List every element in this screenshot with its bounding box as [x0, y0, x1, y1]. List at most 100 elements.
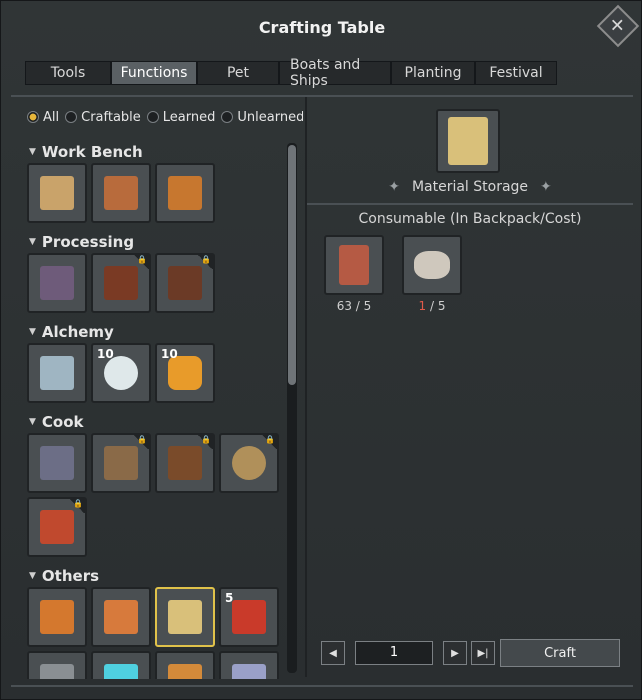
- mailbox-icon: [104, 600, 138, 634]
- category-name: Cook: [41, 413, 84, 431]
- window-title: Crafting Table: [258, 17, 386, 37]
- selected-item-preview: [436, 109, 500, 173]
- recipe-slot[interactable]: [155, 163, 215, 223]
- recipe-slot[interactable]: 5: [219, 587, 279, 647]
- tab-pet[interactable]: Pet: [197, 61, 279, 85]
- cost-count: 5: [363, 299, 372, 313]
- recipe-slot[interactable]: 🔒: [91, 253, 151, 313]
- partial-item-icon: [168, 664, 202, 679]
- recipe-slot[interactable]: [27, 433, 87, 493]
- recipe-slot[interactable]: 🔒: [219, 433, 279, 493]
- have-count: 63: [336, 299, 352, 313]
- furnace-icon: [40, 266, 74, 300]
- recipe-slot[interactable]: [27, 587, 87, 647]
- collapse-arrow-icon: ▼: [29, 327, 36, 337]
- workbench-tools-icon: [104, 176, 138, 210]
- tab-festival[interactable]: Festival: [475, 61, 557, 85]
- alchemy-station-icon: [40, 356, 74, 390]
- scrollbar-thumb[interactable]: [288, 145, 296, 385]
- category-name: Others: [41, 567, 100, 585]
- recipe-slot[interactable]: [219, 651, 279, 679]
- category-name: Alchemy: [41, 323, 114, 341]
- quantity-input[interactable]: 1: [355, 641, 433, 665]
- item-name: Material Storage: [411, 179, 529, 195]
- lock-icon: 🔒: [133, 435, 149, 449]
- material-slot[interactable]: [402, 235, 462, 295]
- material-item: 63 / 5: [324, 235, 384, 313]
- radio-selected-icon: [27, 111, 39, 123]
- partial-item-icon: [232, 664, 266, 679]
- radio-icon: [65, 111, 78, 123]
- recipe-slot[interactable]: [91, 163, 151, 223]
- quantity-pager: ◀ 1 ▶ ▶|: [321, 641, 495, 665]
- title-bar: Crafting Table ✕: [1, 1, 642, 53]
- lock-icon: 🔒: [261, 435, 277, 449]
- filter-all[interactable]: All: [27, 110, 59, 125]
- next-button[interactable]: ▶: [443, 641, 467, 665]
- filter-radio-group: All Craftable Learned Unlearned: [19, 101, 303, 133]
- filter-craftable[interactable]: Craftable: [65, 110, 141, 125]
- item-name-row: ✦ Material Storage ✦: [307, 177, 633, 197]
- loom-icon: [104, 266, 138, 300]
- detail-divider: [307, 203, 633, 205]
- prev-button[interactable]: ◀: [321, 641, 345, 665]
- material-list: 63 / 5 1 / 5: [324, 235, 462, 313]
- item-count: 10: [161, 347, 178, 361]
- lock-icon: 🔒: [69, 499, 85, 513]
- tab-tools[interactable]: Tools: [25, 61, 111, 85]
- item-count: 10: [97, 347, 114, 361]
- wardrobe-icon: [168, 600, 202, 634]
- collapse-arrow-icon: ▼: [29, 417, 36, 427]
- filter-label: Learned: [162, 109, 216, 125]
- filter-learned[interactable]: Learned: [146, 109, 216, 125]
- radio-icon: [221, 111, 234, 123]
- crafting-window: Crafting Table ✕ Tools Functions Pet Boa…: [0, 0, 642, 700]
- material-item: 1 / 5: [402, 235, 462, 313]
- chevron-right-icon: ▶: [451, 647, 459, 659]
- recipe-list-scrollbar[interactable]: [287, 143, 297, 673]
- recipe-slot[interactable]: 🔒: [27, 497, 87, 557]
- recipe-slot[interactable]: [155, 651, 215, 679]
- partial-item-icon: [104, 664, 138, 679]
- oven-icon: [40, 510, 74, 544]
- pot-icon: [232, 446, 266, 480]
- close-button[interactable]: ✕: [596, 4, 640, 48]
- recipe-slot[interactable]: 🔒: [91, 433, 151, 493]
- recipe-slot[interactable]: [27, 343, 87, 403]
- craft-button[interactable]: Craft: [500, 639, 620, 667]
- recipe-slot[interactable]: 10: [155, 343, 215, 403]
- recipe-slot[interactable]: [27, 253, 87, 313]
- lock-icon: 🔒: [133, 255, 149, 269]
- category-name: Processing: [41, 233, 135, 251]
- recipe-slot[interactable]: 10: [91, 343, 151, 403]
- close-icon: ✕: [610, 15, 626, 37]
- category-header-work-bench[interactable]: ▼ Work Bench: [19, 141, 285, 163]
- collapse-arrow-icon: ▼: [29, 147, 36, 157]
- chest-icon: [40, 600, 74, 634]
- category-header-processing[interactable]: ▼ Processing: [19, 231, 285, 253]
- tab-functions[interactable]: Functions: [111, 61, 197, 85]
- item-count: 5: [225, 591, 234, 605]
- consumable-title: Consumable (In Backpack/Cost): [358, 211, 582, 227]
- filter-unlearned[interactable]: Unlearned: [221, 110, 303, 125]
- ornament-icon: ✦: [388, 179, 400, 195]
- recipe-slot[interactable]: 🔒: [155, 253, 215, 313]
- recipe-slot[interactable]: [91, 587, 151, 647]
- tab-boats-and-ships[interactable]: Boats and Ships: [279, 57, 391, 89]
- collapse-arrow-icon: ▼: [29, 571, 36, 581]
- recipe-slot[interactable]: 🔒: [155, 433, 215, 493]
- tab-planting[interactable]: Planting: [391, 61, 475, 85]
- category-header-alchemy[interactable]: ▼ Alchemy: [19, 321, 285, 343]
- material-slot[interactable]: [324, 235, 384, 295]
- category-header-others[interactable]: ▼ Others: [19, 565, 285, 587]
- firework-icon: [232, 600, 266, 634]
- max-button[interactable]: ▶|: [471, 641, 495, 665]
- recipe-slot[interactable]: [91, 651, 151, 679]
- category-header-cook[interactable]: ▼ Cook: [19, 411, 285, 433]
- recipe-slot[interactable]: [27, 163, 87, 223]
- have-count: 1: [418, 299, 427, 313]
- recipe-slot-selected[interactable]: [155, 587, 215, 647]
- recipe-slot[interactable]: [27, 651, 87, 679]
- stone-icon: [414, 251, 450, 279]
- cost-count: 5: [437, 299, 446, 313]
